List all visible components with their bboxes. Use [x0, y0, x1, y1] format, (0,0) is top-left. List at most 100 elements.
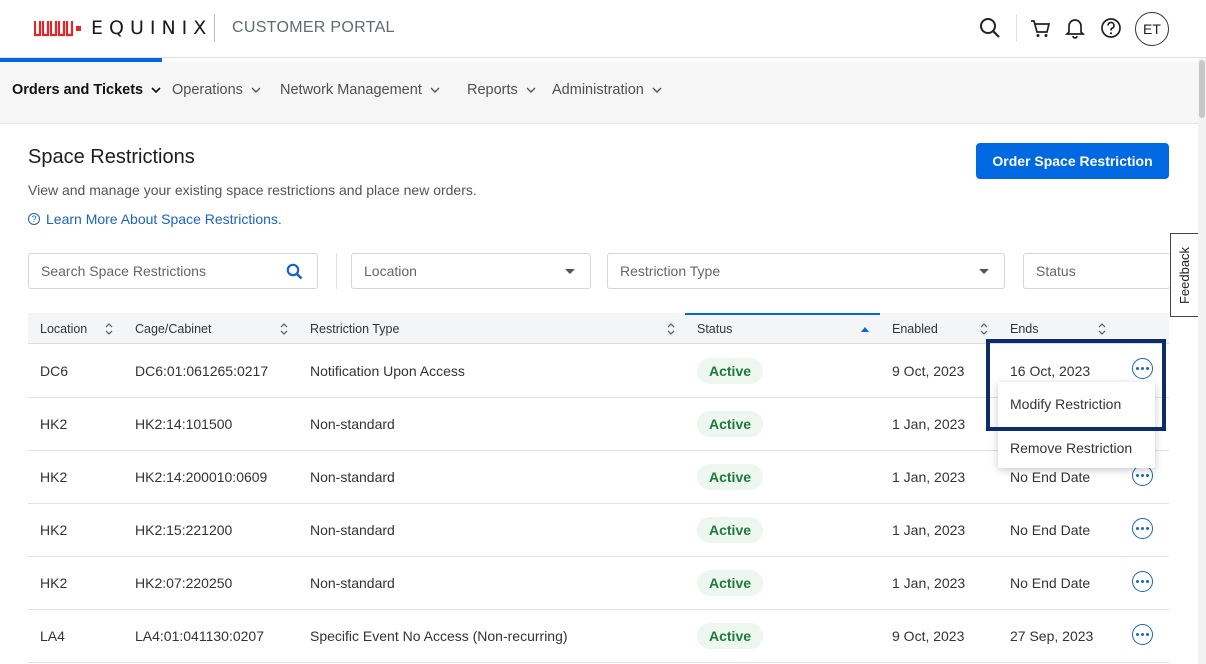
page-scrollbar-track[interactable] — [1198, 58, 1206, 664]
nav-item-label: Administration — [552, 82, 644, 98]
sort-icon[interactable] — [1098, 322, 1106, 336]
search-input[interactable] — [41, 263, 271, 279]
cell-location: DC6 — [40, 363, 69, 379]
nav-operations[interactable]: Operations — [172, 82, 261, 98]
modify-restriction-menu-item[interactable]: Modify Restriction — [1010, 396, 1121, 412]
chevron-down-icon — [251, 87, 261, 93]
cell-location: HK2 — [40, 522, 68, 538]
search-button[interactable] — [976, 14, 1004, 42]
chevron-down-icon — [151, 87, 161, 94]
equinix-logo-mark-icon — [34, 21, 74, 37]
equinix-logo[interactable]: EQUINIX — [34, 15, 212, 41]
cart-icon — [1031, 20, 1051, 37]
cell-enabled: 9 Oct, 2023 — [892, 363, 965, 379]
cell-cage: HK2:15:221200 — [135, 522, 233, 538]
cell-ends: 16 Oct, 2023 — [1010, 363, 1091, 379]
sort-icon[interactable] — [280, 322, 288, 336]
cell-enabled: 1 Jan, 2023 — [892, 416, 966, 432]
learn-more-link[interactable]: ? Learn More About Space Restrictions. — [28, 211, 282, 227]
status-badge: Active — [697, 411, 764, 437]
order-space-restriction-button[interactable]: Order Space Restriction — [976, 143, 1169, 179]
cell-location: HK2 — [40, 416, 68, 432]
row-actions-button[interactable] — [1132, 571, 1153, 592]
chevron-down-icon — [430, 87, 440, 93]
row-actions-menu: Modify Restriction Remove Restriction — [998, 382, 1155, 468]
nav-item-label: Reports — [467, 82, 518, 98]
filter-divider — [336, 253, 337, 289]
cell-restriction-type: Specific Event No Access (Non-recurring) — [310, 628, 568, 644]
cell-location: HK2 — [40, 469, 68, 485]
column-header-status[interactable]: Status — [697, 322, 732, 336]
sort-ascending-icon[interactable] — [861, 322, 869, 336]
status-badge: Active — [697, 623, 764, 649]
learn-more-label: Learn More About Space Restrictions. — [46, 211, 282, 227]
search-filter — [28, 253, 318, 289]
table-header: Location Cage/Cabinet Restriction Type S… — [28, 313, 1169, 344]
notifications-button[interactable] — [1061, 14, 1089, 42]
status-filter-label: Status — [1036, 263, 1076, 279]
cell-enabled: 1 Jan, 2023 — [892, 469, 966, 485]
cell-restriction-type: Notification Upon Access — [310, 363, 465, 379]
cell-cage: HK2:07:220250 — [135, 575, 233, 591]
sort-icon[interactable] — [105, 322, 113, 336]
feedback-label: Feedback — [1177, 246, 1192, 304]
table-row[interactable]: LA4 LA4:01:041130:0207 Specific Event No… — [28, 610, 1169, 663]
cell-location: HK2 — [40, 575, 68, 591]
cell-restriction-type: Non-standard — [310, 416, 395, 432]
column-header-cage-cabinet[interactable]: Cage/Cabinet — [135, 322, 211, 336]
status-badge: Active — [697, 570, 764, 596]
page-description: View and manage your existing space rest… — [28, 182, 477, 198]
sort-icon[interactable] — [980, 322, 988, 336]
nav-orders-and-tickets[interactable]: Orders and Tickets — [12, 82, 161, 98]
feedback-tab[interactable]: Feedback — [1170, 233, 1198, 317]
status-badge: Active — [697, 358, 764, 384]
cell-enabled: 1 Jan, 2023 — [892, 522, 966, 538]
nav-administration[interactable]: Administration — [552, 82, 662, 98]
main-nav: Orders and Tickets Operations Network Ma… — [0, 62, 1198, 124]
caret-down-icon — [979, 269, 989, 274]
status-badge: Active — [697, 517, 764, 543]
nav-network-management[interactable]: Network Management — [280, 82, 440, 98]
user-avatar[interactable]: ET — [1135, 12, 1169, 46]
column-header-location[interactable]: Location — [40, 322, 87, 336]
column-header-enabled[interactable]: Enabled — [892, 322, 938, 336]
remove-restriction-menu-item[interactable]: Remove Restriction — [1010, 440, 1132, 456]
page-scrollbar-thumb[interactable] — [1199, 60, 1205, 118]
row-actions-button[interactable] — [1132, 624, 1153, 645]
row-actions-button[interactable] — [1132, 465, 1153, 486]
location-filter[interactable]: Location — [351, 253, 591, 289]
nav-item-label: Orders and Tickets — [12, 82, 144, 98]
status-badge: Active — [697, 464, 764, 490]
cell-ends: No End Date — [1010, 575, 1091, 591]
restriction-type-filter-label: Restriction Type — [620, 263, 721, 279]
column-header-restriction-type[interactable]: Restriction Type — [310, 322, 399, 336]
nav-reports[interactable]: Reports — [467, 82, 536, 98]
page-title: Space Restrictions — [28, 146, 195, 168]
cell-restriction-type: Non-standard — [310, 469, 395, 485]
brand-name: EQUINIX — [91, 17, 213, 39]
table-row[interactable]: HK2 HK2:07:220250 Non-standard Active 1 … — [28, 557, 1169, 610]
cell-ends: 27 Sep, 2023 — [1010, 628, 1094, 644]
row-actions-button[interactable] — [1132, 358, 1153, 379]
row-actions-button[interactable] — [1132, 518, 1153, 539]
cell-cage: HK2:14:200010:0609 — [135, 469, 268, 485]
table-row[interactable]: HK2 HK2:15:221200 Non-standard Active 1 … — [28, 504, 1169, 557]
help-circle-icon: ? — [28, 213, 40, 225]
search-icon[interactable] — [286, 263, 303, 280]
cart-button[interactable] — [1026, 14, 1054, 42]
restriction-type-filter[interactable]: Restriction Type — [607, 253, 1005, 289]
header-divider — [214, 14, 215, 42]
status-filter[interactable]: Status — [1023, 253, 1170, 289]
cell-cage: DC6:01:061265:0217 — [135, 363, 269, 379]
sort-icon[interactable] — [667, 322, 675, 336]
chevron-down-icon — [652, 87, 662, 93]
cell-restriction-type: Non-standard — [310, 575, 395, 591]
cell-cage: HK2:14:101500 — [135, 416, 233, 432]
cell-location: LA4 — [40, 628, 65, 644]
nav-item-label: Operations — [172, 82, 243, 98]
header-icons-divider — [1016, 14, 1017, 42]
search-icon — [980, 18, 1000, 38]
column-header-ends[interactable]: Ends — [1010, 322, 1039, 336]
help-button[interactable] — [1097, 14, 1125, 42]
cell-enabled: 1 Jan, 2023 — [892, 575, 966, 591]
